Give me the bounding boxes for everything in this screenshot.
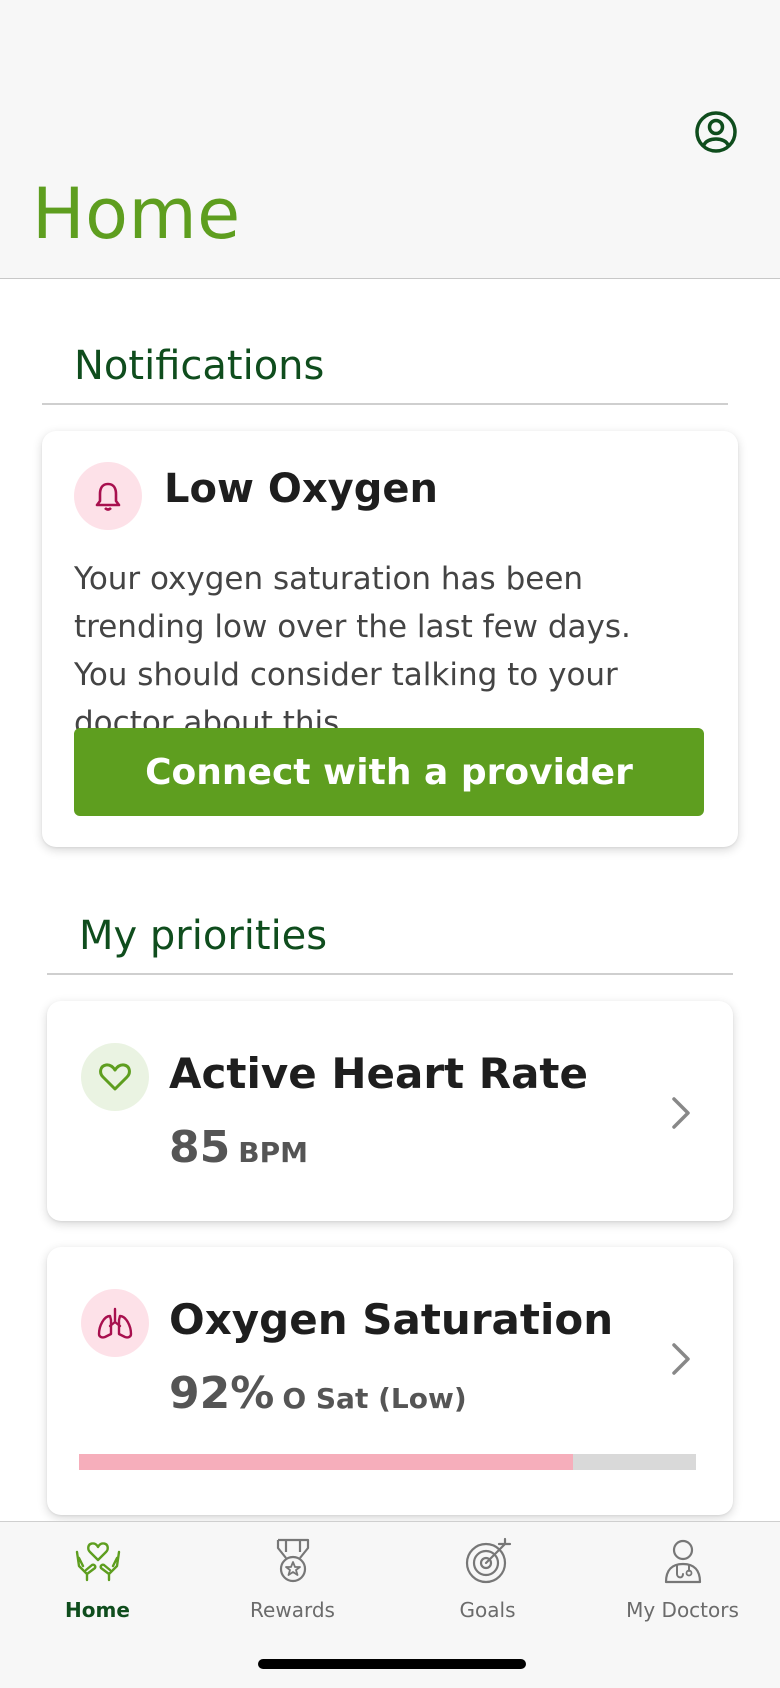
target-icon xyxy=(465,1537,511,1584)
low-oxygen-notification-card: Low Oxygen Your oxygen saturation has be… xyxy=(42,431,738,847)
heart-icon xyxy=(81,1043,149,1111)
page-title: Home xyxy=(32,173,241,255)
home-indicator xyxy=(258,1659,526,1669)
metric-unit: O Sat (Low) xyxy=(282,1382,467,1415)
tab-goals[interactable]: Goals xyxy=(390,1522,585,1632)
chevron-right-icon xyxy=(672,1343,690,1375)
notifications-heading: Notifications xyxy=(74,343,325,389)
notification-title: Low Oxygen xyxy=(164,466,438,512)
oxygen-saturation-card[interactable]: Oxygen Saturation 92% O Sat (Low) xyxy=(47,1247,733,1515)
tab-home[interactable]: Home xyxy=(0,1522,195,1632)
doctor-icon xyxy=(664,1539,701,1584)
metric-value: 85 BPM xyxy=(169,1123,308,1182)
notification-body: Your oxygen saturation has been trending… xyxy=(74,561,631,741)
lungs-icon xyxy=(81,1289,149,1357)
notifications-divider xyxy=(42,403,728,405)
oxygen-progress-bar xyxy=(79,1454,696,1470)
chevron-right-icon xyxy=(672,1097,690,1129)
tab-rewards[interactable]: Rewards xyxy=(195,1522,390,1632)
tab-label: Rewards xyxy=(250,1598,335,1622)
bell-icon xyxy=(74,462,142,530)
tab-label: Home xyxy=(65,1598,130,1622)
tab-my-doctors[interactable]: My Doctors xyxy=(585,1522,780,1632)
app-header: Home xyxy=(0,0,780,279)
connect-provider-button[interactable]: Connect with a provider xyxy=(74,728,704,816)
medal-icon xyxy=(276,1538,309,1583)
tab-label: Goals xyxy=(459,1598,516,1622)
metric-number: 85 xyxy=(169,1122,231,1173)
priorities-divider xyxy=(47,973,733,975)
metric-title: Oxygen Saturation xyxy=(169,1295,614,1344)
metric-value: 92% O Sat (Low) xyxy=(169,1369,467,1428)
priorities-heading: My priorities xyxy=(79,913,328,959)
user-circle-icon xyxy=(695,111,737,153)
tab-label: My Doctors xyxy=(626,1598,739,1622)
oxygen-progress-fill xyxy=(79,1454,573,1470)
profile-button[interactable] xyxy=(694,110,738,154)
metric-unit: BPM xyxy=(238,1136,308,1169)
heart-rate-card[interactable]: Active Heart Rate 85 BPM xyxy=(47,1001,733,1221)
hands-heart-icon xyxy=(75,1542,120,1582)
metric-number: 92% xyxy=(169,1368,275,1419)
metric-title: Active Heart Rate xyxy=(169,1049,588,1098)
